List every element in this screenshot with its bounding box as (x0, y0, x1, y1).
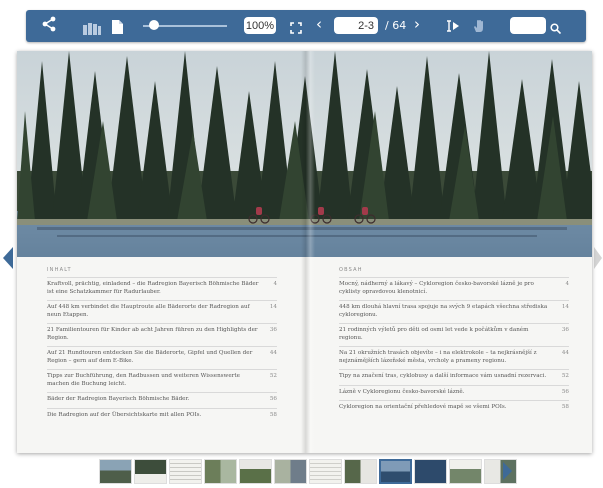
share-icon[interactable] (42, 16, 56, 36)
toc-entry-text: Die Radregion auf der Übersichtskarte mi… (47, 411, 202, 418)
search-input[interactable] (510, 17, 546, 34)
zoom-slider-handle[interactable] (149, 20, 159, 30)
thumbnail[interactable] (344, 459, 377, 484)
thumbnail[interactable] (169, 459, 202, 484)
next-page-button[interactable]: › (414, 15, 420, 33)
toc-entry[interactable]: Auf 448 km verbindet die Hauptroute alle… (47, 300, 277, 323)
thumbnail[interactable] (484, 459, 517, 484)
toc-entry[interactable]: Na 21 okružních trasách objevíte – i na … (339, 346, 569, 369)
toc-heading: INHALT (47, 267, 72, 273)
toc-entry[interactable]: Auf 21 Rundtouren entdecken Sie die Bäde… (47, 346, 277, 369)
toc-entry-page: 4 (273, 281, 277, 287)
toc-entry[interactable]: 21 rodinných výletů pro děti od osmi let… (339, 323, 569, 346)
toc-entry-page: 52 (269, 373, 277, 379)
thumbnail[interactable] (414, 459, 447, 484)
toc-entry-page: 58 (269, 411, 277, 418)
page-total: / 64 (385, 19, 407, 32)
toc-entry-text: 448 km dlouhá hlavní trasa spojuje na sv… (339, 304, 548, 318)
toc-entry-text: 21 Familientouren für Kinder ab acht Jah… (47, 327, 258, 341)
toc-entry[interactable]: Lázně v Cykloregionu česko-bavorské lázn… (339, 384, 569, 401)
toc-entry-page: 36 (269, 327, 277, 333)
prev-page-button[interactable]: ‹ (316, 15, 322, 33)
toc-entry-page: 36 (561, 327, 569, 333)
book-spine (301, 51, 315, 453)
toc-entry-page: 58 (561, 404, 569, 410)
toc-entry-page: 44 (561, 350, 569, 356)
viewer-toolbar: 100% ‹ 2-3 / 64 › (26, 10, 586, 42)
toc-entry[interactable]: Tipy na značení tras, cyklobusy a další … (339, 369, 569, 385)
next-spread-arrow[interactable] (594, 247, 602, 269)
toc-entry-text: Mocný, nádherný a lákavý – Cykloregion č… (339, 281, 534, 295)
toc-entry-page: 52 (561, 373, 569, 379)
thumbnail-strip (99, 459, 519, 484)
fullscreen-icon[interactable] (290, 19, 302, 38)
text-select-icon[interactable] (446, 18, 460, 37)
book-spread: INHALT Kraftvoll, prächtig, einladend – … (17, 51, 592, 453)
toc-entry-text: 21 rodinných výletů pro děti od osmi let… (339, 327, 529, 341)
document-icon[interactable] (112, 19, 123, 38)
toc-entry[interactable]: 448 km dlouhá hlavní trasa spojuje na sv… (339, 300, 569, 323)
thumbnail[interactable] (449, 459, 482, 484)
toc-entry[interactable]: 21 Familientouren für Kinder ab acht Jah… (47, 323, 277, 346)
toc-entry-text: Auf 21 Rundtouren entdecken Sie die Bäde… (47, 350, 253, 364)
toc-entry-text: Cykloregion na orientační přehledové map… (339, 404, 507, 410)
toc-entry-page: 56 (269, 396, 277, 402)
hand-icon[interactable] (473, 18, 485, 37)
toc-entry-page: 14 (269, 304, 277, 310)
toc-entry-text: Tipps zur Buchführung, den Radbussen und… (47, 373, 240, 387)
toc-entry-text: Auf 448 km verbindet die Hauptroute alle… (47, 304, 250, 318)
thumbnail[interactable] (274, 459, 307, 484)
toc-entry[interactable]: Mocný, nádherný a lákavý – Cykloregion č… (339, 277, 569, 300)
toc-entry-text: Tipy na značení tras, cyklobusy a další … (339, 373, 547, 379)
toc-entry[interactable]: Die Radregion auf der Übersichtskarte mi… (47, 407, 277, 424)
prev-spread-arrow[interactable] (3, 247, 13, 269)
toc-left-page: INHALT Kraftvoll, prächtig, einladend – … (47, 267, 277, 423)
toc-entry-page: 56 (561, 388, 569, 395)
thumbnail-next-arrow[interactable] (503, 462, 512, 480)
thumbnail[interactable] (309, 459, 342, 484)
toc-heading: OBSAH (339, 267, 363, 273)
toc-entry-page: 4 (565, 281, 569, 287)
search-icon[interactable] (550, 19, 562, 38)
toc-entry-page: 44 (269, 350, 277, 356)
page-input[interactable]: 2-3 (334, 17, 378, 34)
toc-entry[interactable]: Bäder der Radregion Bayerisch Böhmische … (47, 392, 277, 408)
zoom-level[interactable]: 100% (244, 17, 276, 34)
thumbnail[interactable] (204, 459, 237, 484)
thumbnail[interactable] (239, 459, 272, 484)
toc-entry[interactable]: Tipps zur Buchführung, den Radbussen und… (47, 369, 277, 392)
toc-entry-page: 14 (561, 304, 569, 310)
pages-icon[interactable] (83, 20, 101, 39)
thumbnail-current[interactable] (379, 459, 412, 484)
toc-entry-text: Lázně v Cykloregionu česko-bavorské lázn… (339, 388, 465, 395)
toc-entry-text: Bäder der Radregion Bayerisch Böhmische … (47, 396, 190, 402)
thumbnail[interactable] (99, 459, 132, 484)
toc-entry-text: Na 21 okružních trasách objevíte – i na … (339, 350, 537, 364)
thumbnail[interactable] (134, 459, 167, 484)
toc-entry-text: Kraftvoll, prächtig, einladend – die Rad… (47, 281, 259, 295)
toc-entry[interactable]: Cykloregion na orientační přehledové map… (339, 400, 569, 416)
toc-entry[interactable]: Kraftvoll, prächtig, einladend – die Rad… (47, 277, 277, 300)
toc-right-page: OBSAH Mocný, nádherný a lákavý – Cyklore… (339, 267, 569, 416)
